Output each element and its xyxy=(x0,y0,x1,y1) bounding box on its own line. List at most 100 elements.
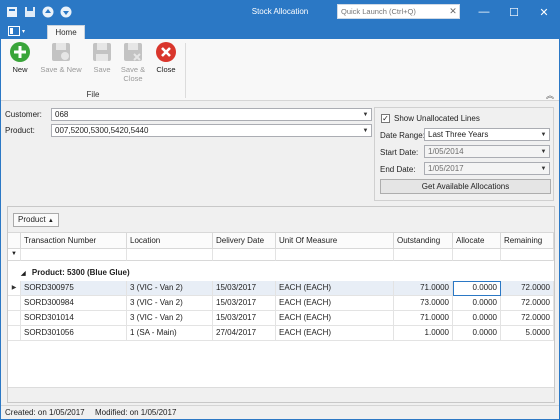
maximize-icon[interactable]: ☐ xyxy=(499,1,529,23)
column-header[interactable]: Allocate xyxy=(453,233,501,249)
table-cell[interactable]: 71.0000 xyxy=(394,311,453,326)
column-header[interactable]: Remaining xyxy=(501,233,554,249)
table-cell[interactable]: 0.0000 xyxy=(453,311,501,326)
current-row-indicator-icon: ▶ xyxy=(8,281,21,296)
ribbon-group-label: File xyxy=(86,90,100,99)
form-icon[interactable] xyxy=(5,5,18,18)
table-cell[interactable]: SORD301014 xyxy=(21,311,127,326)
chevron-down-icon[interactable]: ▼ xyxy=(538,163,549,174)
product-combo[interactable]: 007,5200,5300,5420,5440 ▼ xyxy=(51,124,372,137)
table-cell[interactable]: EACH (EACH) xyxy=(276,281,394,296)
save-new-button[interactable]: Save & New xyxy=(37,41,85,74)
column-header[interactable]: Unit Of Measure xyxy=(276,233,394,249)
close-button[interactable]: Close xyxy=(149,41,183,74)
ribbon-group-separator xyxy=(185,43,186,98)
chevron-down-icon[interactable]: ▼ xyxy=(360,109,371,120)
up-arrow-icon[interactable] xyxy=(41,5,54,18)
get-available-allocations-button[interactable]: Get Available Allocations xyxy=(380,179,551,194)
chevron-down-icon[interactable]: ▼ xyxy=(538,146,549,157)
stock-allocation-window: Stock Allocation ✕ — ☐ ✕ ▾ Home New Save… xyxy=(0,0,560,420)
collapse-ribbon-icon[interactable]: ︽ xyxy=(546,90,554,101)
minimize-icon[interactable]: — xyxy=(469,1,499,23)
table-cell[interactable]: 15/03/2017 xyxy=(213,296,276,311)
collapse-group-icon[interactable]: ◢ xyxy=(21,271,26,277)
column-header[interactable]: Delivery Date xyxy=(213,233,276,249)
date-range-label: Date Range: xyxy=(380,131,425,140)
end-date-picker[interactable]: 1/05/2017 ▼ xyxy=(424,162,550,175)
created-status: Created: on 1/05/2017 xyxy=(5,408,85,417)
table-cell[interactable]: 27/04/2017 xyxy=(213,326,276,341)
table-cell[interactable]: SORD300984 xyxy=(21,296,127,311)
filter-cell[interactable] xyxy=(453,249,501,261)
down-arrow-icon[interactable] xyxy=(59,5,72,18)
table-cell[interactable]: EACH (EACH) xyxy=(276,326,394,341)
start-date-picker[interactable]: 1/05/2014 ▼ xyxy=(424,145,550,158)
table-cell[interactable]: 15/03/2017 xyxy=(213,311,276,326)
table-cell[interactable]: 3 (VIC - Van 2) xyxy=(127,311,213,326)
filter-cell[interactable] xyxy=(213,249,276,261)
save-close-icon xyxy=(122,41,144,63)
product-value: 007,5200,5300,5420,5440 xyxy=(55,126,149,135)
modified-status: Modified: on 1/05/2017 xyxy=(95,408,177,417)
chevron-down-icon[interactable]: ▼ xyxy=(538,129,549,140)
table-cell[interactable]: 72.0000 xyxy=(501,281,554,296)
table-cell[interactable]: 3 (VIC - Van 2) xyxy=(127,281,213,296)
column-header[interactable]: Location xyxy=(127,233,213,249)
close-window-icon[interactable]: ✕ xyxy=(529,1,559,23)
show-unallocated-checkbox[interactable]: ✓ xyxy=(381,114,390,123)
app-menu-icon xyxy=(8,26,20,36)
save-close-label: Save & Close xyxy=(120,65,146,83)
app-menu-button[interactable]: ▾ xyxy=(8,24,36,38)
filter-cell[interactable] xyxy=(276,249,394,261)
quick-launch-input[interactable] xyxy=(337,4,460,19)
add-icon xyxy=(9,41,31,63)
table-cell[interactable]: 1.0000 xyxy=(394,326,453,341)
column-header[interactable]: Outstanding xyxy=(394,233,453,249)
table-cell[interactable]: 72.0000 xyxy=(501,296,554,311)
start-date-label: Start Date: xyxy=(380,148,419,157)
group-by-product-chip[interactable]: Product ▲ xyxy=(13,213,59,227)
filter-cell[interactable] xyxy=(501,249,554,261)
save-icon[interactable] xyxy=(23,5,36,18)
table-cell[interactable]: 0.0000 xyxy=(453,296,501,311)
table-cell[interactable]: SORD301056 xyxy=(21,326,127,341)
group-row[interactable]: ◢ Product: 5300 (Blue Glue) xyxy=(21,265,130,281)
date-range-value: Last Three Years xyxy=(428,130,489,139)
column-header[interactable]: Transaction Number xyxy=(21,233,127,249)
save-close-button[interactable]: Save & Close xyxy=(116,41,150,83)
filter-icon[interactable]: ▼ xyxy=(8,249,21,261)
customer-combo[interactable]: 068 ▼ xyxy=(51,108,372,121)
start-date-value: 1/05/2014 xyxy=(428,147,464,156)
disk-icon xyxy=(91,41,113,63)
tab-home[interactable]: Home xyxy=(47,25,85,39)
table-cell[interactable]: 15/03/2017 xyxy=(213,281,276,296)
table-cell[interactable]: 5.0000 xyxy=(501,326,554,341)
table-cell[interactable]: EACH (EACH) xyxy=(276,311,394,326)
new-button[interactable]: New xyxy=(3,41,37,74)
horizontal-scrollbar[interactable] xyxy=(8,387,554,402)
group-chip-label: Product xyxy=(18,215,46,224)
filter-cell[interactable] xyxy=(394,249,453,261)
chevron-down-icon[interactable]: ▼ xyxy=(360,125,371,136)
quick-launch-clear-icon[interactable]: ✕ xyxy=(447,5,459,17)
product-label: Product: xyxy=(5,126,35,135)
allocate-input[interactable]: 0.0000 xyxy=(453,281,501,296)
table-cell[interactable]: 1 (SA - Main) xyxy=(127,326,213,341)
table-cell[interactable]: 72.0000 xyxy=(501,311,554,326)
save-new-icon xyxy=(50,41,72,63)
ribbon-tab-strip: ▾ Home xyxy=(1,23,559,39)
table-cell[interactable]: 73.0000 xyxy=(394,296,453,311)
group-row-label: Product: 5300 (Blue Glue) xyxy=(31,268,130,277)
filter-cell[interactable] xyxy=(127,249,213,261)
row-indicator xyxy=(8,296,21,311)
filter-cell[interactable] xyxy=(21,249,127,261)
table-cell[interactable]: EACH (EACH) xyxy=(276,296,394,311)
table-cell[interactable]: SORD300975 xyxy=(21,281,127,296)
table-cell[interactable]: 0.0000 xyxy=(453,326,501,341)
status-bar: Created: on 1/05/2017 Modified: on 1/05/… xyxy=(1,405,559,419)
table-cell[interactable]: 71.0000 xyxy=(394,281,453,296)
table-cell[interactable]: 3 (VIC - Van 2) xyxy=(127,296,213,311)
end-date-value: 1/05/2017 xyxy=(428,164,464,173)
date-range-combo[interactable]: Last Three Years ▼ xyxy=(424,128,550,141)
save-button[interactable]: Save xyxy=(85,41,119,74)
